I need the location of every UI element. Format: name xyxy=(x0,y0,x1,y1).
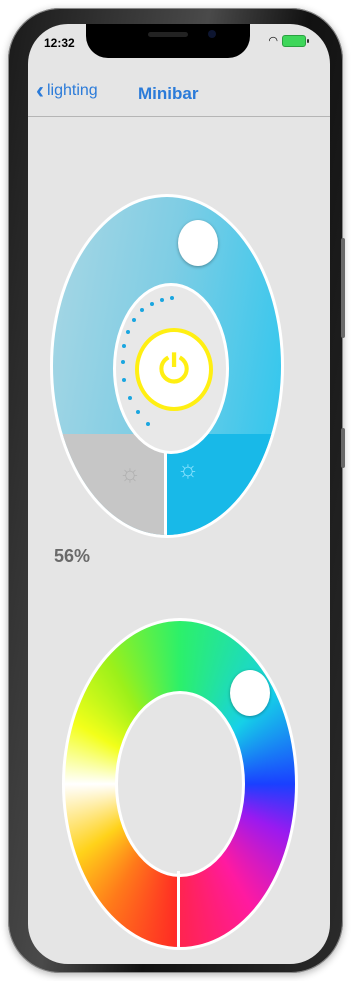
notch xyxy=(86,24,250,58)
level-dot xyxy=(121,360,125,364)
brightness-dial[interactable]: ☼ ☼ ⏻ xyxy=(50,194,284,538)
color-wheel[interactable] xyxy=(62,618,298,950)
status-icons: ◠ xyxy=(268,34,309,47)
brightness-knob[interactable] xyxy=(178,220,218,266)
power-button[interactable]: ⏻ xyxy=(135,328,213,411)
color-knob[interactable] xyxy=(230,670,270,716)
screen: 12:32 ◠ ‹ lighting Minibar ☼ ☼ ⏻ 56% xyxy=(28,24,330,964)
level-dot xyxy=(132,318,136,322)
phone-frame: 12:32 ◠ ‹ lighting Minibar ☼ ☼ ⏻ 56% xyxy=(8,8,345,973)
level-dot xyxy=(126,330,130,334)
color-wheel-seam xyxy=(177,871,180,947)
level-dot xyxy=(136,410,140,414)
speaker xyxy=(148,32,188,37)
color-wheel-center xyxy=(115,691,245,877)
back-label: lighting xyxy=(47,82,98,99)
level-dot xyxy=(122,344,126,348)
camera xyxy=(208,30,216,38)
level-dot xyxy=(170,296,174,300)
level-dot xyxy=(150,302,154,306)
page-title: Minibar xyxy=(138,84,199,103)
status-time: 12:32 xyxy=(44,36,75,50)
level-dot xyxy=(160,298,164,302)
level-dot xyxy=(122,378,126,382)
sun-dim-icon: ☼ xyxy=(119,459,141,487)
level-dot xyxy=(140,308,144,312)
navbar: ‹ lighting Minibar xyxy=(28,68,330,117)
battery-icon xyxy=(282,34,309,47)
level-dot xyxy=(146,422,150,426)
wifi-icon: ◠ xyxy=(268,35,278,47)
chevron-left-icon: ‹ xyxy=(36,77,44,104)
dim-segment[interactable]: ☼ xyxy=(53,433,167,535)
side-button xyxy=(341,428,345,468)
side-button xyxy=(341,238,345,338)
back-button[interactable]: ‹ lighting xyxy=(36,77,98,104)
level-dot xyxy=(128,396,132,400)
brightness-percent: 56% xyxy=(54,546,91,566)
power-icon: ⏻ xyxy=(158,348,190,391)
inner-dial: ⏻ xyxy=(113,283,229,454)
sun-bright-icon: ☼ xyxy=(177,455,199,483)
